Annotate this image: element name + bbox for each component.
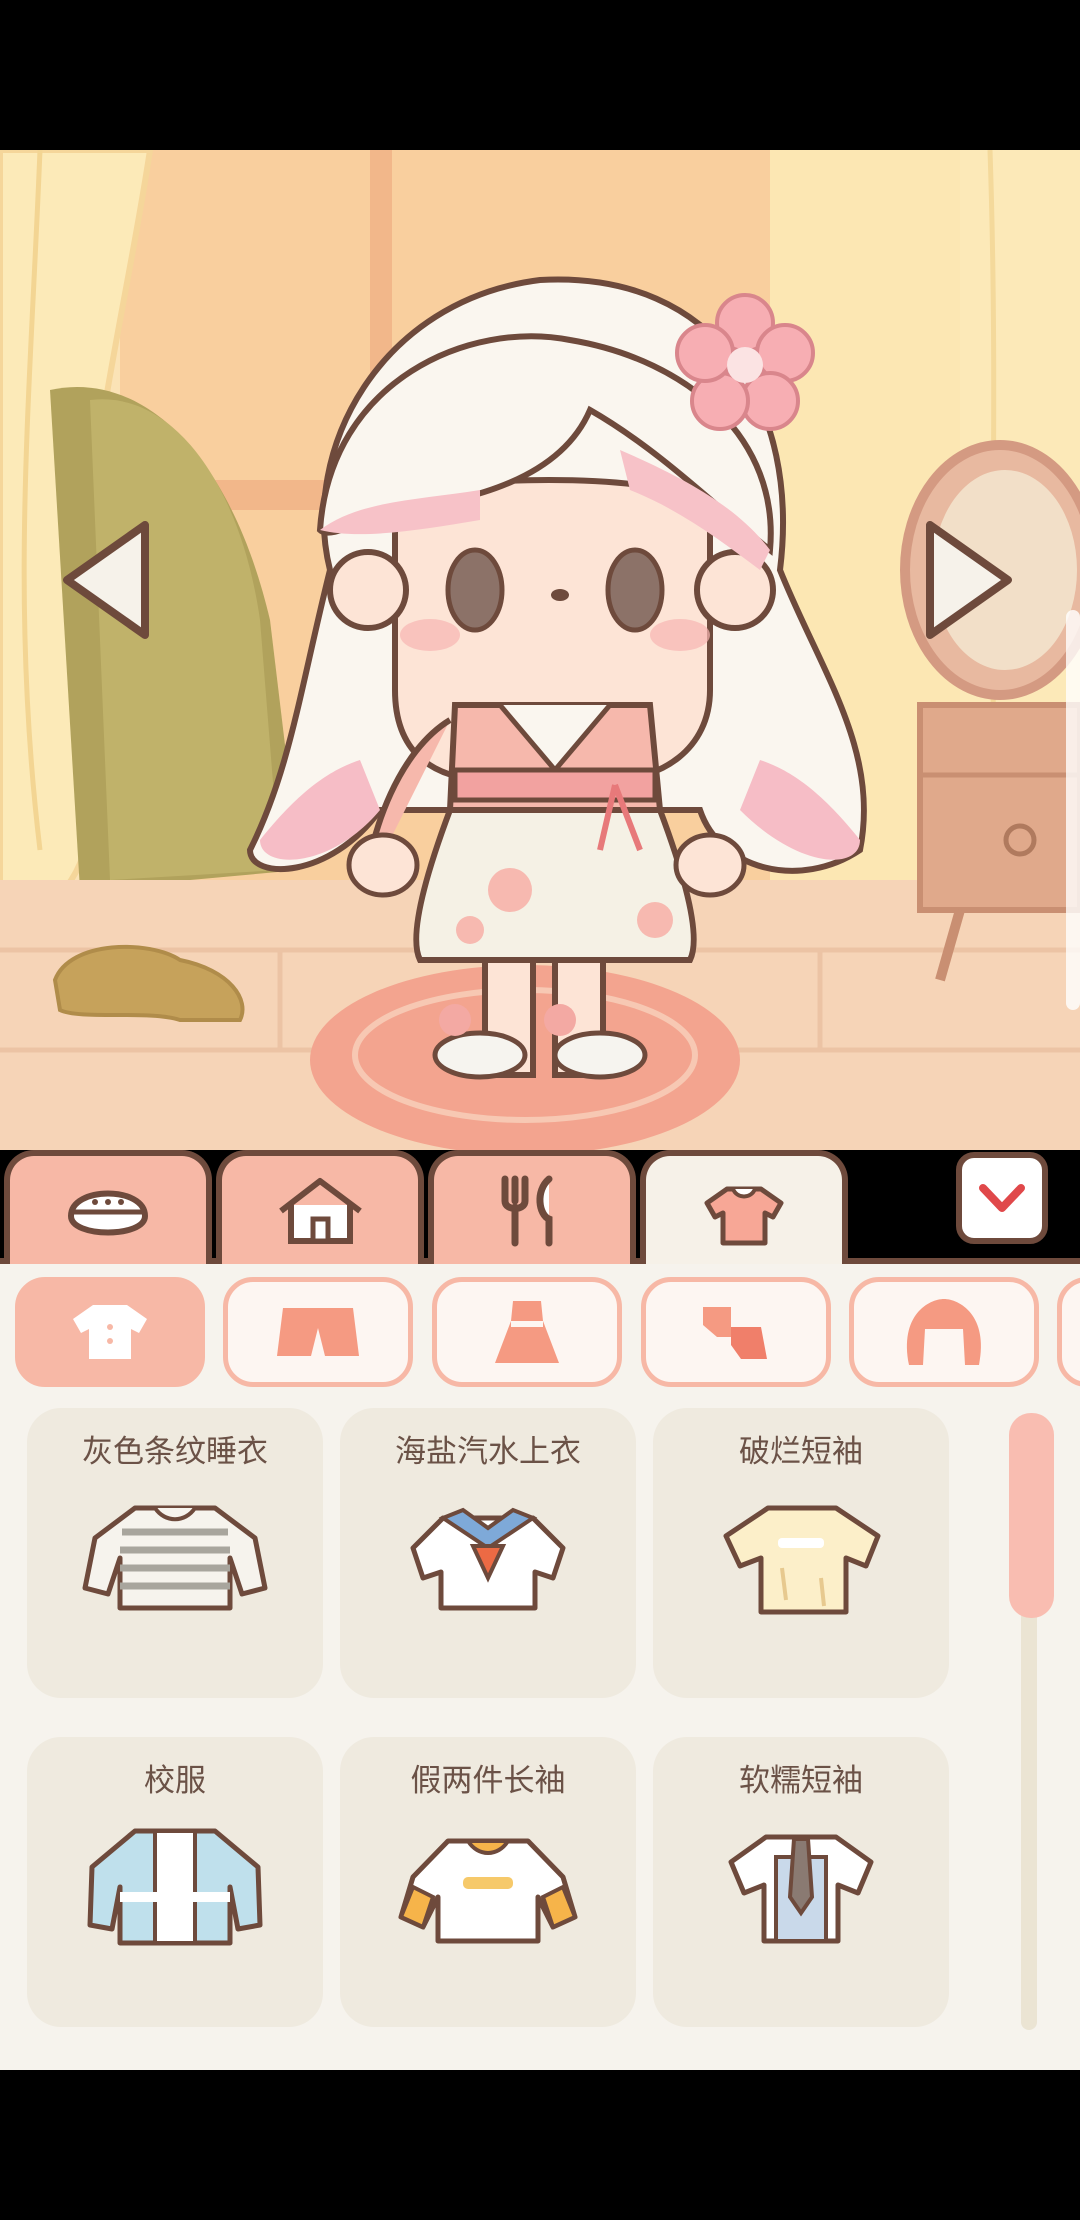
previous-arrow-button[interactable] (55, 515, 155, 645)
item-card[interactable]: 海盐汽水上衣 (340, 1408, 636, 1698)
shirt-icon (73, 1305, 147, 1359)
item-card[interactable]: 破烂短袖 (653, 1408, 949, 1698)
item-label: 破烂短袖 (739, 1434, 863, 1470)
face-icon (67, 1190, 149, 1235)
category-hair[interactable] (849, 1277, 1039, 1387)
item-card[interactable]: 假两件长袖 (340, 1737, 636, 2027)
tab-home[interactable] (216, 1150, 424, 1265)
tab-face[interactable] (4, 1150, 212, 1265)
item-card[interactable]: 软糯短袖 (653, 1737, 949, 2027)
tab-clothes[interactable] (640, 1150, 848, 1275)
chevron-down-icon (979, 1184, 1025, 1212)
item-card[interactable]: 校服 (27, 1737, 323, 2027)
navigation-bar (0, 2070, 1080, 2220)
tie-shirt-icon (728, 1834, 874, 1944)
school-uniform-icon (87, 1828, 263, 1946)
socks-icon (703, 1307, 767, 1359)
category-tops[interactable] (15, 1277, 205, 1387)
collapse-panel-button[interactable] (956, 1152, 1048, 1244)
house-icon (278, 1178, 362, 1244)
category-dresses[interactable] (432, 1277, 622, 1387)
striped-pajama-icon (82, 1505, 268, 1611)
item-label: 海盐汽水上衣 (395, 1434, 581, 1470)
category-bottoms[interactable] (223, 1277, 413, 1387)
item-label: 假两件长袖 (410, 1763, 566, 1799)
main-tab-bar (0, 1150, 1080, 1275)
item-label: 校服 (144, 1763, 206, 1799)
dress-icon (495, 1300, 559, 1363)
item-card[interactable]: 灰色条纹睡衣 (27, 1408, 323, 1698)
category-socks[interactable] (641, 1277, 831, 1387)
triangle-left-icon (63, 521, 149, 639)
triangle-right-icon (926, 521, 1012, 639)
shorts-icon (277, 1308, 359, 1356)
layered-longsleeve-icon (398, 1838, 578, 1944)
scrollbar-thumb[interactable] (1009, 1413, 1054, 1618)
category-more[interactable] (1057, 1277, 1080, 1387)
ragged-tee-icon (723, 1505, 881, 1615)
room-background (0, 150, 1080, 1150)
hair-icon (907, 1298, 981, 1365)
shirt-icon (704, 1186, 784, 1245)
room-scene (0, 150, 1080, 1150)
item-label: 灰色条纹睡衣 (82, 1434, 268, 1470)
sailor-top-icon (410, 1507, 566, 1611)
item-label: 软糯短袖 (739, 1763, 863, 1799)
next-arrow-button[interactable] (920, 515, 1020, 645)
status-bar (0, 0, 1080, 150)
tab-food[interactable] (428, 1150, 636, 1265)
fork-spoon-icon (501, 1175, 553, 1246)
